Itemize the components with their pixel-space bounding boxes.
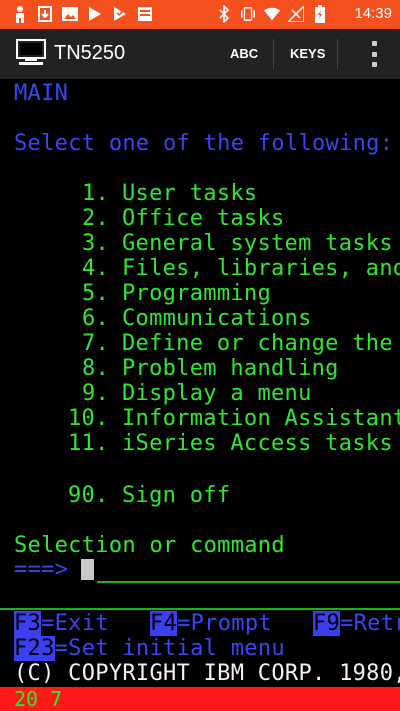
download-icon bbox=[37, 5, 53, 23]
cursor-position: 20 7 bbox=[14, 687, 63, 711]
menu-item-number: 10. bbox=[68, 406, 109, 431]
f4-label: =Prompt bbox=[177, 611, 272, 636]
command-input-cursor[interactable] bbox=[81, 559, 94, 580]
menu-item-number: 11. bbox=[68, 431, 109, 456]
person-icon bbox=[12, 5, 28, 23]
menu-item-number: 2. bbox=[82, 206, 110, 231]
notification-icons bbox=[12, 5, 153, 23]
status-bar: 14:39 bbox=[0, 0, 400, 29]
selection-label: Selection or command bbox=[14, 533, 285, 558]
command-input-field[interactable] bbox=[97, 581, 400, 583]
sign-off-number: 90. bbox=[68, 483, 109, 508]
function-key-divider bbox=[0, 608, 400, 610]
menu-item-label: Office tasks bbox=[122, 206, 285, 231]
app-bar: TN5250 ABC KEYS bbox=[0, 29, 400, 79]
menu-item-number: 1. bbox=[82, 181, 110, 206]
more-vert-icon[interactable] bbox=[370, 41, 378, 67]
keys-button[interactable]: KEYS bbox=[290, 46, 325, 61]
menu-item-number: 8. bbox=[82, 356, 110, 381]
f23-label: =Set initial menu bbox=[54, 636, 285, 661]
menu-item-label: Programming bbox=[122, 281, 271, 306]
copyright-line: (C) COPYRIGHT IBM CORP. 1980, bbox=[14, 661, 400, 686]
terminal-monitor-icon bbox=[16, 38, 46, 72]
vibrate-icon bbox=[240, 5, 256, 23]
app-title: TN5250 bbox=[54, 42, 126, 64]
menu-item-label: General system tasks bbox=[122, 231, 393, 256]
toolbar-divider bbox=[337, 39, 338, 69]
sign-off-label: Sign off bbox=[122, 483, 231, 508]
system-icons bbox=[216, 5, 328, 23]
toolbar-divider bbox=[273, 39, 274, 69]
menu-item-label: Information Assistant bbox=[122, 406, 400, 431]
menu-item-label: User tasks bbox=[122, 181, 258, 206]
wifi-icon bbox=[264, 5, 280, 23]
no-signal-icon bbox=[288, 5, 304, 23]
menu-item-number: 6. bbox=[82, 306, 110, 331]
screen-title: MAIN bbox=[14, 81, 69, 106]
menu-item-label: Display a menu bbox=[122, 381, 312, 406]
menu-item-label: Communications bbox=[122, 306, 312, 331]
function-key-row: F23=Set initial menu bbox=[14, 636, 285, 661]
f4-key[interactable]: F4 bbox=[150, 611, 178, 636]
menu-prompt: Select one of the following: bbox=[14, 131, 394, 156]
function-key-row: F9=Retr bbox=[313, 611, 400, 636]
menu-item-number: 5. bbox=[82, 281, 110, 306]
image-icon bbox=[62, 5, 78, 23]
menu-item-label: Define or change the bbox=[122, 331, 393, 356]
f9-label: =Retr bbox=[340, 611, 400, 636]
menu-item-number: 9. bbox=[82, 381, 110, 406]
play-store-icon bbox=[112, 5, 128, 23]
menu-item-label: Problem handling bbox=[122, 356, 339, 381]
menu-item-number: 3. bbox=[82, 231, 110, 256]
menu-item-label: Files, libraries, and bbox=[122, 256, 400, 281]
cursor-status-bar: 20 7 bbox=[0, 687, 400, 711]
f3-label: =Exit bbox=[41, 611, 109, 636]
menu-item-number: 7. bbox=[82, 331, 110, 356]
f23-key[interactable]: F23 bbox=[14, 636, 55, 661]
menu-item-label: iSeries Access tasks bbox=[122, 431, 393, 456]
news-icon bbox=[137, 5, 153, 23]
menu-item-number: 4. bbox=[82, 256, 110, 281]
function-key-row: F4=Prompt bbox=[150, 611, 272, 636]
play-store-icon bbox=[87, 5, 103, 23]
bluetooth-icon bbox=[216, 5, 232, 23]
battery-charging-icon bbox=[312, 5, 328, 23]
f9-key[interactable]: F9 bbox=[313, 611, 341, 636]
status-clock: 14:39 bbox=[354, 5, 392, 22]
abc-button[interactable]: ABC bbox=[230, 46, 258, 61]
input-arrow: ===> bbox=[14, 557, 69, 582]
f3-key[interactable]: F3 bbox=[14, 611, 42, 636]
terminal-screen[interactable]: MAIN Select one of the following: 1. Use… bbox=[0, 79, 400, 687]
function-key-row: F3=Exit bbox=[14, 611, 109, 636]
